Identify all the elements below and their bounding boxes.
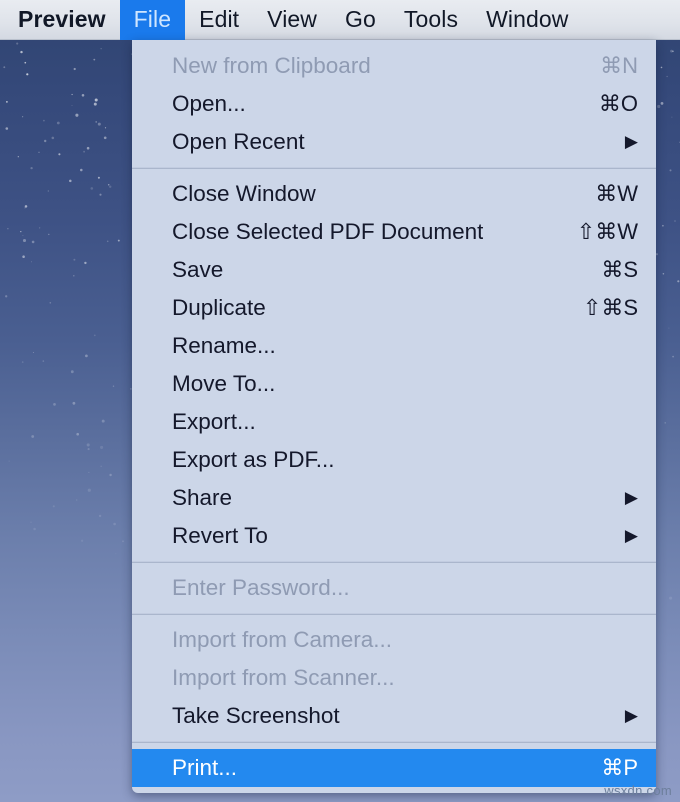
menu-item-save[interactable]: Save ⌘S [132,251,656,289]
menu-item-duplicate[interactable]: Duplicate ⇧⌘S [132,289,656,327]
menu-item-label: Open Recent [172,129,305,154]
menu-item-revert-to[interactable]: Revert To ▶ [132,517,656,555]
submenu-arrow-icon: ▶ [624,487,638,507]
menu-item-shortcut: ⇧⌘W [576,219,638,244]
menu-item-label: Print... [172,755,238,780]
submenu-arrow-icon: ▶ [624,705,638,725]
menu-item-print[interactable]: Print... ⌘P [132,749,656,787]
menubar-item-preview[interactable]: Preview [14,0,120,40]
menubar-item-file[interactable]: File [119,0,186,40]
menubar-item-tools[interactable]: Tools [390,0,472,40]
menu-item-label: New from Clipboard [172,53,371,78]
menu-item-new-from-clipboard: New from Clipboard ⌘N [132,47,656,85]
menu-item-label: Close Window [172,181,316,206]
menubar-item-edit[interactable]: Edit [185,0,253,40]
menu-item-shortcut: ⌘N [600,53,638,78]
menu-item-label: Save [172,257,224,282]
menubar-item-view[interactable]: View [253,0,331,40]
submenu-arrow-icon: ▶ [624,131,638,151]
menu-item-close-window[interactable]: Close Window ⌘W [132,175,656,213]
menu-item-shortcut: ⌘S [601,257,638,282]
menu-item-label: Enter Password... [172,575,350,600]
menu-item-label: Import from Scanner... [172,665,395,690]
menu-item-open-recent[interactable]: Open Recent ▶ [132,123,656,161]
file-menu-dropdown: New from Clipboard ⌘N Open... ⌘O Open Recent… [132,40,656,793]
menu-item-label: Close Selected PDF Document [172,219,484,244]
screenshot-root: Preview File Edit View Go Tools Window New fro… [0,0,680,802]
menu-item-shortcut: ⌘W [595,181,638,206]
menu-item-import-from-camera: Import from Camera... [132,621,656,659]
menu-item-label: Export... [172,409,256,434]
menu-item-shortcut: ⇧⌘S [582,295,638,320]
watermark-text: wsxdn.com [604,783,672,798]
menubar-item-window[interactable]: Window [472,0,582,40]
menu-item-take-screenshot[interactable]: Take Screenshot ▶ [132,697,656,735]
menu-item-label: Revert To [172,523,268,548]
menu-item-label: Move To... [172,371,276,396]
menu-item-label: Rename... [172,333,276,358]
menu-item-close-selected-pdf-document[interactable]: Close Selected PDF Document ⇧⌘W [132,213,656,251]
menu-item-export-as-pdf[interactable]: Export as PDF... [132,441,656,479]
menu-item-move-to[interactable]: Move To... [132,365,656,403]
menu-item-open[interactable]: Open... ⌘O [132,85,656,123]
menu-separator [132,613,656,615]
menu-item-shortcut: ⌘P [601,755,638,780]
menu-item-export[interactable]: Export... [132,403,656,441]
menubar-item-go[interactable]: Go [331,0,390,40]
menu-item-label: Share [172,485,233,510]
menu-item-label: Import from Camera... [172,627,393,652]
menu-item-label: Duplicate [172,295,266,320]
menu-item-label: Take Screenshot [172,703,340,728]
menu-item-import-from-scanner: Import from Scanner... [132,659,656,697]
menu-item-rename[interactable]: Rename... [132,327,656,365]
menu-separator [132,561,656,563]
menu-separator [132,741,656,743]
menu-item-enter-password: Enter Password... [132,569,656,607]
menu-item-label: Export as PDF... [172,447,335,472]
menu-item-label: Open... [172,91,246,116]
menu-separator [132,167,656,169]
menu-item-shortcut: ⌘O [598,91,638,116]
submenu-arrow-icon: ▶ [624,525,638,545]
menu-item-share[interactable]: Share ▶ [132,479,656,517]
menu-bar: Preview File Edit View Go Tools Window [0,0,680,40]
